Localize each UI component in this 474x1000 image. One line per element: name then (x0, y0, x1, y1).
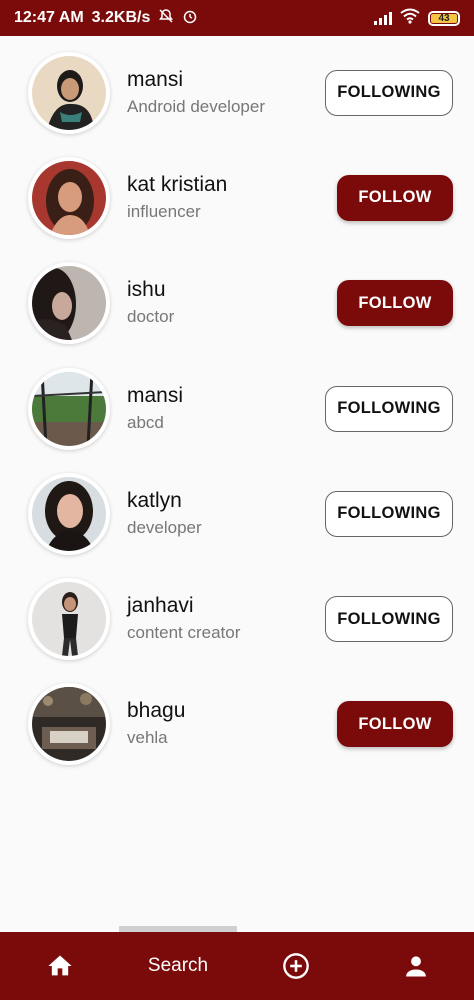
alarm-icon (182, 8, 198, 28)
battery-level: 43 (438, 12, 450, 24)
user-name: mansi (127, 67, 184, 91)
following-button[interactable]: FOLLOWING (325, 385, 453, 432)
avatar[interactable] (28, 578, 110, 661)
follow-button[interactable]: FOLLOW (337, 280, 453, 327)
list-item[interactable]: mansi Android developer FOLLOWING (0, 40, 474, 145)
avatar[interactable] (28, 472, 110, 555)
list-item[interactable]: ishu doctor FOLLOW (0, 251, 474, 356)
list-item[interactable]: mansi abcd FOLLOWING (0, 356, 474, 461)
following-button[interactable]: FOLLOWING (325, 596, 453, 643)
avatar[interactable] (28, 51, 110, 134)
user-subtitle: Android developer (127, 96, 265, 116)
user-name: katlyn (127, 488, 182, 512)
user-name: mansi (127, 383, 184, 407)
user-subtitle: developer (127, 517, 202, 537)
user-subtitle: abcd (127, 412, 164, 432)
wifi-icon (400, 8, 420, 29)
avatar[interactable] (28, 156, 110, 239)
status-speed: 3.2KB/s (91, 9, 151, 26)
user-name: kat kristian (127, 172, 228, 196)
user-subtitle: influencer (127, 201, 201, 221)
home-icon[interactable] (40, 946, 80, 986)
battery-icon: 43 (428, 10, 460, 26)
add-circle-icon[interactable] (278, 948, 314, 984)
user-name: janhavi (127, 594, 194, 618)
status-bar: 12:47 AM 3.2KB/s 43 (0, 0, 474, 36)
follow-button[interactable]: FOLLOW (337, 701, 453, 748)
user-subtitle: doctor (127, 307, 175, 327)
user-name: bhagu (127, 699, 186, 723)
user-list: mansi Android developer FOLLOWING kat kr… (0, 40, 474, 777)
nav-search-tab[interactable]: Search (140, 946, 216, 986)
avatar[interactable] (28, 683, 110, 766)
user-name: ishu (127, 278, 166, 302)
follow-button[interactable]: FOLLOW (337, 174, 453, 221)
avatar[interactable] (28, 262, 110, 345)
person-icon[interactable] (396, 946, 436, 986)
mute-bell-icon (158, 8, 174, 28)
following-button[interactable]: FOLLOWING (325, 69, 453, 116)
following-button[interactable]: FOLLOWING (325, 490, 453, 537)
bottom-nav: Search (0, 932, 474, 1000)
user-subtitle: vehla (127, 728, 168, 748)
list-item[interactable]: janhavi content creator FOLLOWING (0, 566, 474, 671)
signal-icon (374, 11, 392, 25)
list-item[interactable]: bhagu vehla FOLLOW (0, 672, 474, 777)
user-subtitle: content creator (127, 623, 241, 643)
list-item[interactable]: katlyn developer FOLLOWING (0, 461, 474, 566)
avatar[interactable] (28, 367, 110, 450)
list-item[interactable]: kat kristian influencer FOLLOW (0, 145, 474, 250)
status-time: 12:47 AM (14, 9, 84, 26)
